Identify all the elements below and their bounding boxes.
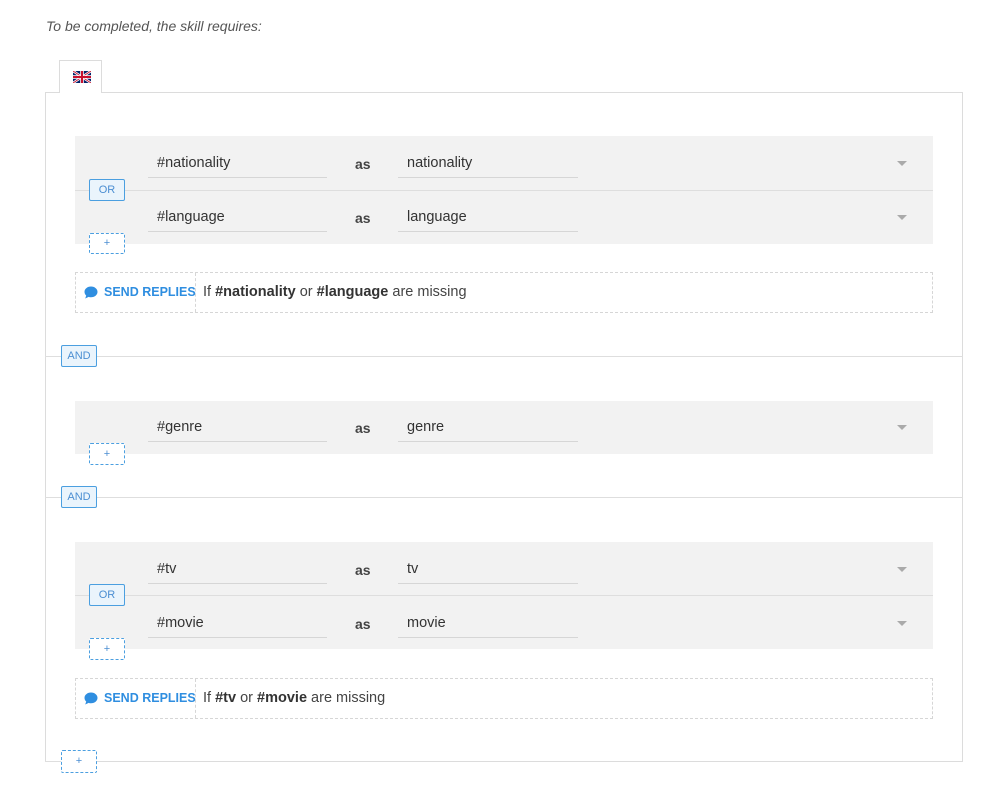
as-label: as (355, 210, 371, 226)
chevron-down-icon[interactable] (897, 567, 907, 572)
or-connector-line (75, 595, 89, 596)
send-replies-label: SEND REPLIES (104, 691, 196, 705)
condition-joiner: or (299, 284, 313, 300)
entity-field[interactable]: #genre (148, 416, 327, 442)
variable-field[interactable]: movie (398, 612, 578, 638)
and-connector-line (45, 356, 61, 357)
send-replies-button[interactable]: SEND REPLIES (76, 679, 196, 718)
and-connector-line (45, 497, 61, 498)
language-tab-en[interactable] (59, 60, 102, 93)
skill-requirements: To be completed, the skill requires: #na… (0, 0, 1002, 786)
or-button[interactable]: OR (89, 179, 125, 201)
condition-prefix: If (203, 690, 212, 706)
or-button[interactable]: OR (89, 584, 125, 606)
and-button[interactable]: AND (61, 486, 97, 508)
and-divider (97, 356, 963, 357)
condition-entity: #nationality (215, 284, 296, 300)
condition-entity: #language (316, 284, 389, 300)
chat-bubble-icon (84, 286, 98, 299)
variable-field[interactable]: language (398, 206, 578, 232)
chevron-down-icon[interactable] (897, 215, 907, 220)
as-label: as (355, 420, 371, 436)
entity-field[interactable]: #nationality (148, 152, 327, 178)
add-row-button[interactable]: + (89, 638, 125, 660)
variable-field[interactable]: nationality (398, 152, 578, 178)
condition-suffix: are missing (392, 284, 467, 300)
as-label: as (355, 562, 371, 578)
send-replies-bar: SEND REPLIES If #tv or #movie are missin… (75, 678, 933, 719)
add-group-button[interactable]: + (61, 750, 97, 773)
intro-text: To be completed, the skill requires: (46, 18, 262, 34)
add-row-button[interactable]: + (89, 443, 125, 465)
chat-bubble-icon (84, 692, 98, 705)
or-connector-line (75, 190, 89, 191)
condition-prefix: If (203, 284, 212, 300)
uk-flag-icon (73, 71, 91, 83)
condition-joiner: or (240, 690, 253, 706)
send-replies-button[interactable]: SEND REPLIES (76, 273, 196, 312)
condition-suffix: are missing (311, 690, 386, 706)
send-replies-condition: If #nationality or #language are missing (203, 273, 467, 312)
as-label: as (355, 616, 371, 632)
variable-field[interactable]: tv (398, 558, 578, 584)
send-replies-label: SEND REPLIES (104, 285, 196, 299)
condition-entity: #tv (215, 690, 237, 706)
chevron-down-icon[interactable] (897, 621, 907, 626)
send-replies-condition: If #tv or #movie are missing (203, 679, 385, 718)
and-divider (97, 497, 963, 498)
and-button[interactable]: AND (61, 345, 97, 367)
add-group-connector-line (45, 761, 61, 762)
send-replies-bar: SEND REPLIES If #nationality or #languag… (75, 272, 933, 313)
condition-entity: #movie (257, 690, 308, 706)
entity-field[interactable]: #tv (148, 558, 327, 584)
chevron-down-icon[interactable] (897, 161, 907, 166)
as-label: as (355, 156, 371, 172)
variable-field[interactable]: genre (398, 416, 578, 442)
row-divider (75, 595, 933, 596)
chevron-down-icon[interactable] (897, 425, 907, 430)
add-row-button[interactable]: + (89, 233, 125, 254)
entity-field[interactable]: #movie (148, 612, 327, 638)
entity-field[interactable]: #language (148, 206, 327, 232)
row-divider (75, 190, 933, 191)
